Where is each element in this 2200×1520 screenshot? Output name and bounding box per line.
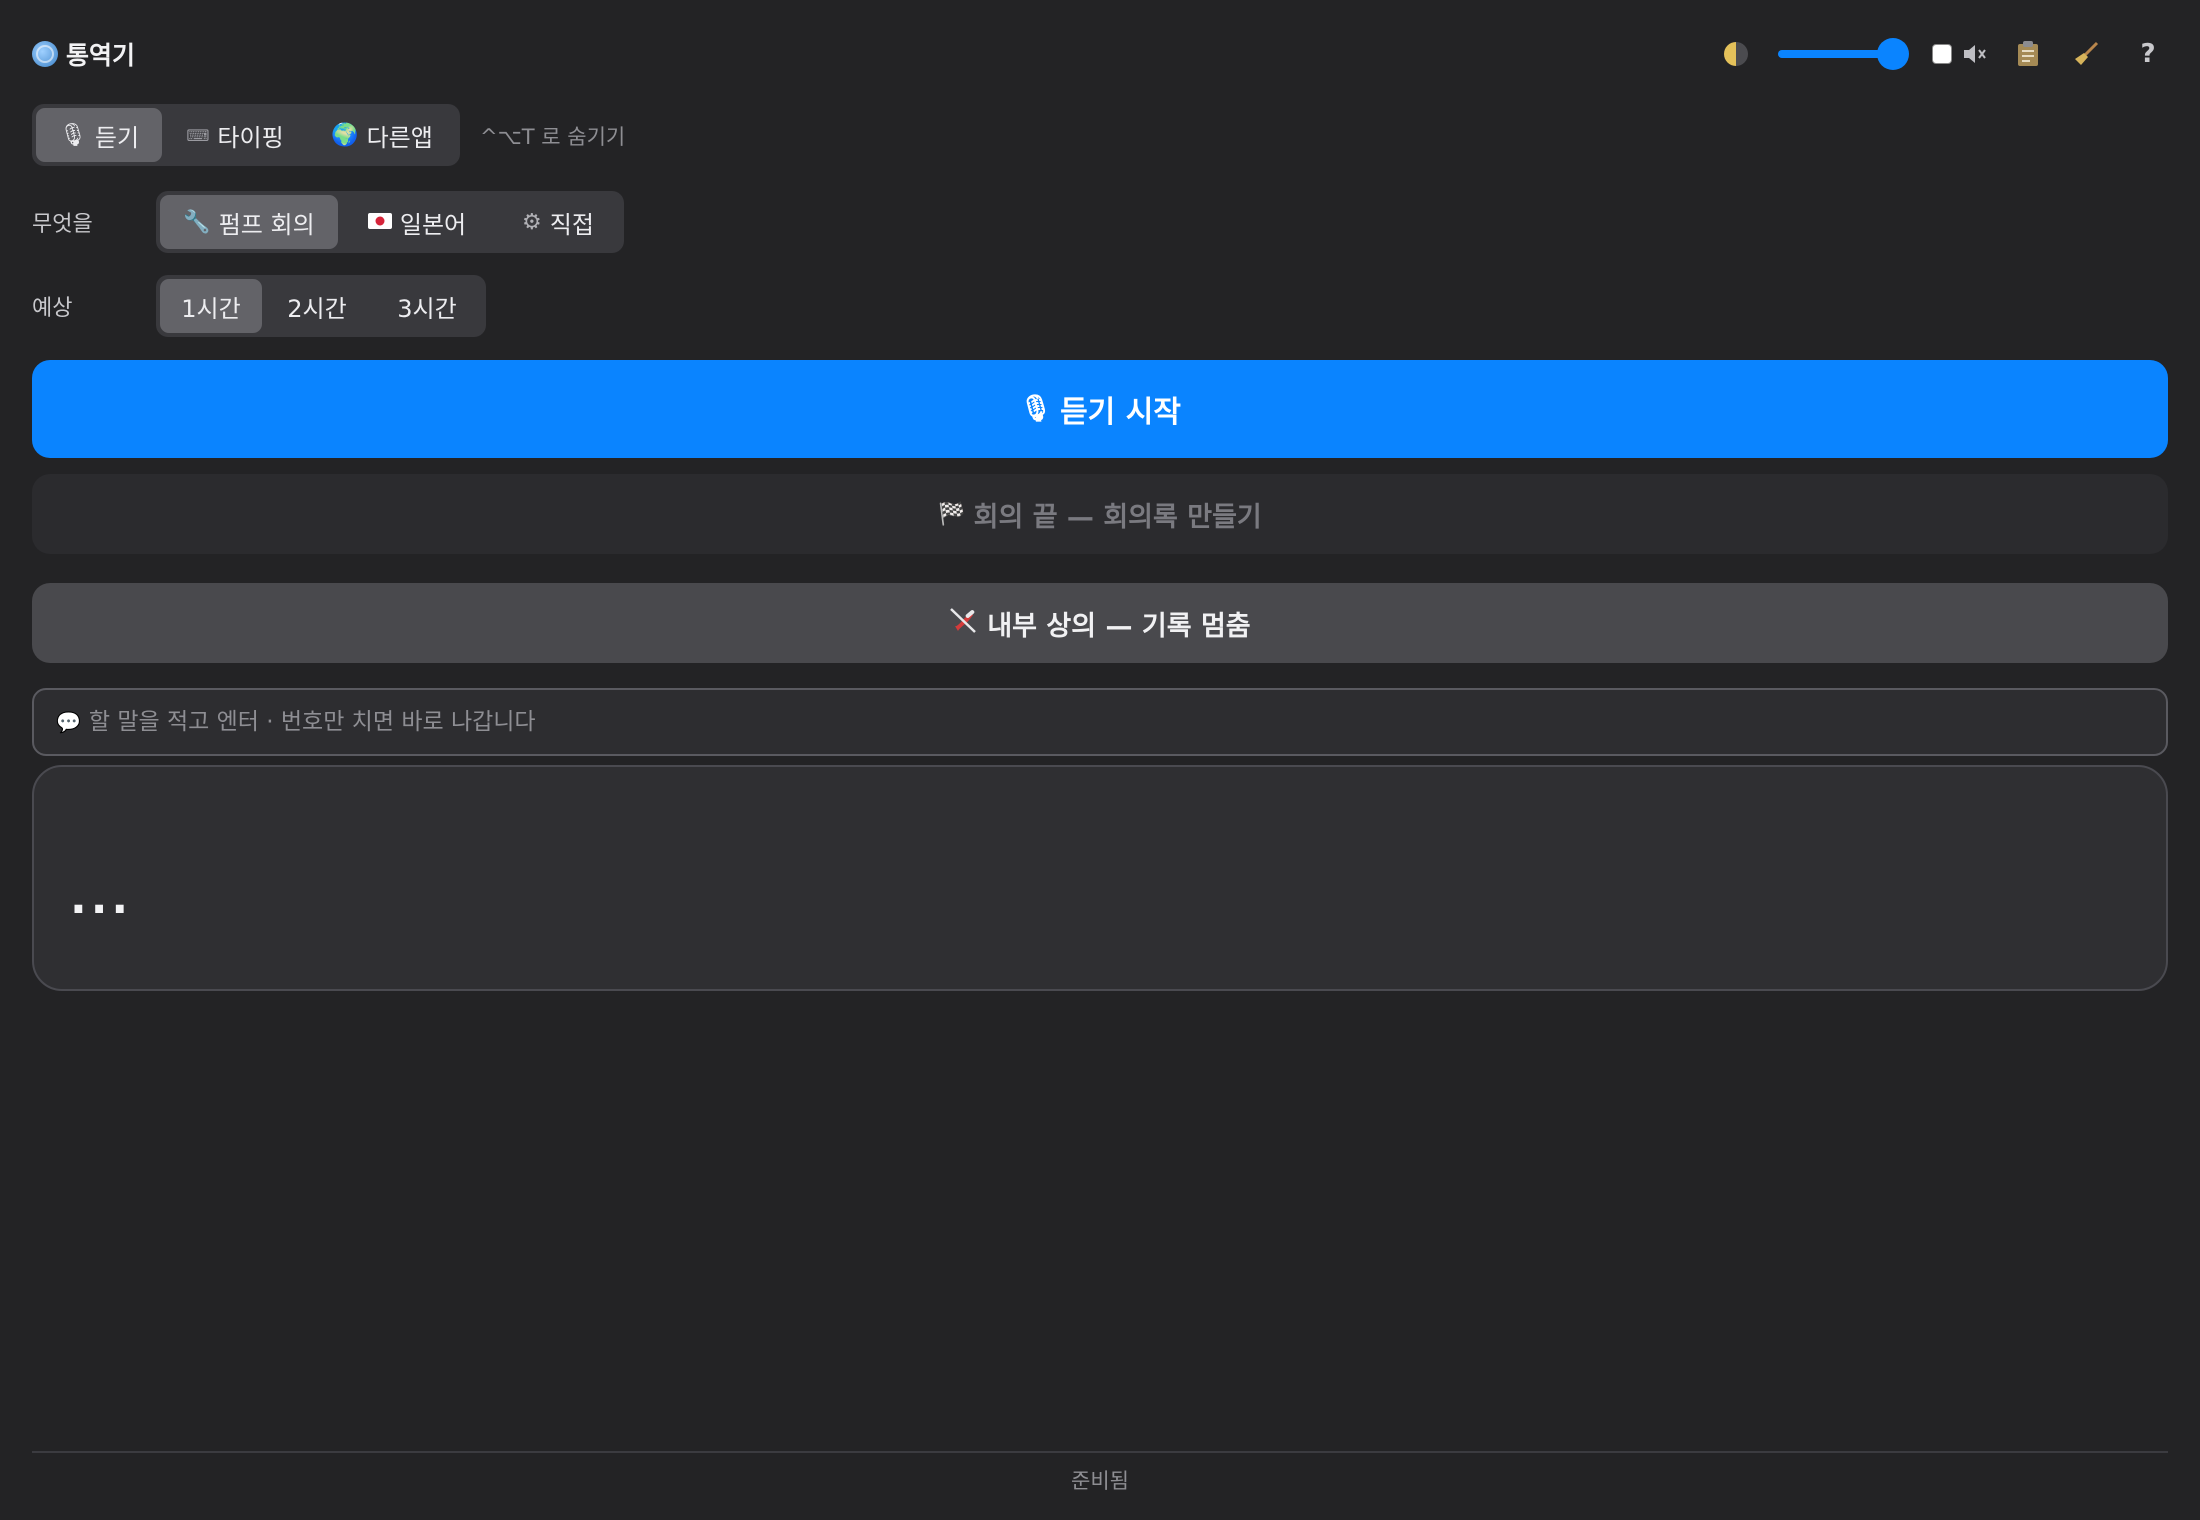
mute-microphone-icon	[949, 606, 979, 640]
output-text: ...	[70, 873, 133, 924]
duration-label: 예상	[32, 296, 73, 321]
option-2h[interactable]: 2시간	[262, 279, 372, 333]
tab-listen-label: 듣기	[94, 123, 140, 152]
option-pump-meeting-label: 펌프 회의	[218, 210, 315, 239]
microphone-icon: 🎙	[1019, 394, 1053, 424]
option-1h[interactable]: 1시간	[160, 279, 262, 333]
what-options: 🔧 펌프 회의 일본어 ⚙ 직접	[156, 191, 624, 253]
speaker-mute-icon	[1960, 34, 1990, 74]
what-label: 무엇을	[32, 212, 93, 237]
internal-discussion-label: 내부 상의 — 기록 멈춤	[987, 610, 1251, 642]
japan-flag-icon	[367, 210, 392, 235]
duration-options: 1시간 2시간 3시간	[156, 275, 486, 337]
app-header: 통역기	[32, 34, 135, 74]
contrast-icon[interactable]	[1724, 42, 1748, 66]
volume-slider-fill	[1778, 50, 1894, 58]
speech-bubble-icon: 💬	[56, 710, 81, 734]
mode-tabs: 🎙 듣기 ⌨ 타이핑 🌍 다른앱	[32, 104, 460, 166]
microphone-icon: 🎙	[58, 122, 87, 148]
clipboard-icon[interactable]	[2008, 34, 2048, 74]
option-3h[interactable]: 3시간	[372, 279, 482, 333]
end-meeting-button[interactable]: 🏁 회의 끝 — 회의록 만들기	[32, 474, 2168, 554]
tab-listen[interactable]: 🎙 듣기	[36, 108, 162, 162]
option-custom[interactable]: ⚙ 직접	[496, 195, 620, 249]
tab-typing[interactable]: ⌨ 타이핑	[162, 108, 308, 162]
wrench-icon: 🔧	[183, 209, 211, 235]
tab-typing-label: 타이핑	[217, 123, 284, 152]
checkered-flag-icon: 🏁	[938, 501, 966, 527]
volume-slider-thumb[interactable]	[1877, 38, 1910, 70]
start-listening-label: 듣기 시작	[1060, 395, 1181, 430]
app-window: 통역기 ? 🎙 듣기 ⌨ 타이핑 🌍 다른앱 ^⌥T 로 숨기기 무엇을 🔧 펌…	[0, 0, 2200, 1520]
status-divider	[32, 1451, 2168, 1453]
start-listening-button[interactable]: 🎙 듣기 시작	[32, 360, 2168, 458]
option-japanese-label: 일본어	[399, 210, 467, 239]
message-input[interactable]	[86, 708, 2166, 736]
internal-discussion-button[interactable]: 내부 상의 — 기록 멈춤	[32, 583, 2168, 663]
status-text: 준비됨	[1071, 1469, 1129, 1493]
tab-other-app-label: 다른앱	[366, 123, 433, 152]
option-pump-meeting[interactable]: 🔧 펌프 회의	[160, 195, 338, 249]
option-custom-label: 직접	[549, 210, 594, 239]
volume-slider[interactable]	[1778, 38, 1910, 70]
output-panel: ...	[32, 765, 2168, 991]
globe-icon	[32, 41, 58, 67]
help-button[interactable]: ?	[2128, 34, 2168, 74]
hide-shortcut-hint: ^⌥T 로 숨기기	[480, 125, 626, 149]
mute-checkbox[interactable]	[1932, 44, 1952, 64]
option-japanese[interactable]: 일본어	[338, 195, 496, 249]
broom-icon[interactable]	[2066, 34, 2106, 74]
gear-icon: ⚙	[522, 209, 542, 235]
earth-icon: 🌍	[331, 122, 359, 148]
end-meeting-label: 회의 끝 — 회의록 만들기	[973, 501, 1262, 533]
tab-other-app[interactable]: 🌍 다른앱	[308, 108, 456, 162]
app-title: 통역기	[66, 41, 136, 70]
toolbar: ?	[1724, 34, 2168, 74]
message-input-box[interactable]: 💬	[32, 688, 2168, 756]
keyboard-icon: ⌨	[186, 125, 210, 145]
